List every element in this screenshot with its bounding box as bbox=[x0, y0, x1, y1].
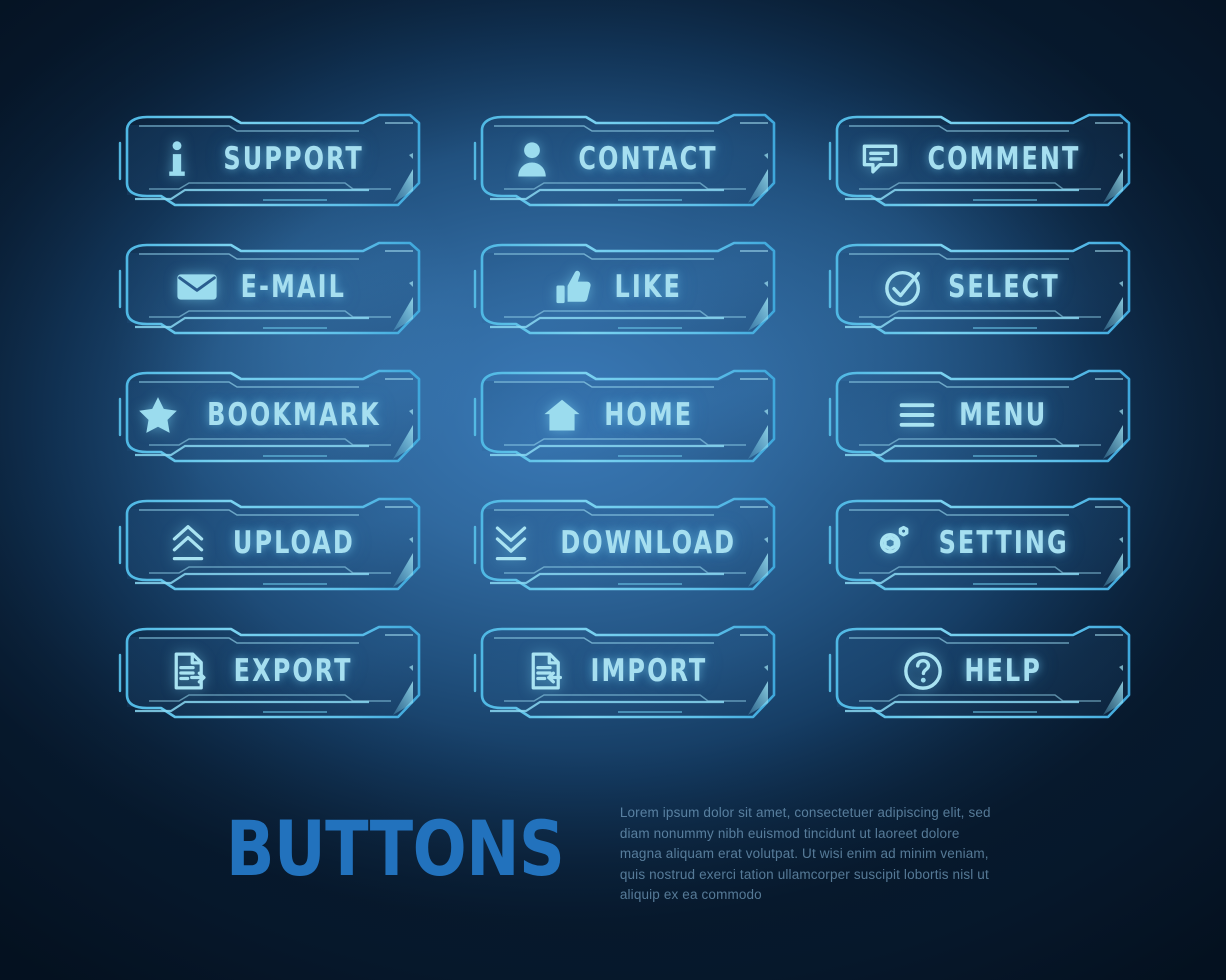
setting-button[interactable]: SETTING bbox=[823, 497, 1133, 591]
contact-button[interactable]: CONTACT bbox=[468, 113, 778, 207]
bookmark-button[interactable]: BOOKMARK bbox=[113, 369, 423, 463]
select-button[interactable]: SELECT bbox=[823, 241, 1133, 335]
comment-button[interactable]: COMMENT bbox=[823, 113, 1133, 207]
like-button[interactable]: LIKE bbox=[468, 241, 778, 335]
support-button[interactable]: SUPPORT bbox=[113, 113, 423, 207]
home-button[interactable]: HOME bbox=[468, 369, 778, 463]
import-button[interactable]: IMPORT bbox=[468, 625, 778, 719]
export-button[interactable]: EXPORT bbox=[113, 625, 423, 719]
page-title: BUTTONS bbox=[226, 804, 565, 893]
button-grid: SUPPORT CONTACT COMMENT E-MAIL LIKE SELE… bbox=[113, 113, 1145, 719]
footer: BUTTONS Lorem ipsum dolor sit amet, cons… bbox=[0, 795, 1226, 910]
footer-body-text: Lorem ipsum dolor sit amet, consectetuer… bbox=[619, 805, 991, 903]
menu-button[interactable]: MENU bbox=[823, 369, 1133, 463]
download-button[interactable]: DOWNLOAD bbox=[468, 497, 778, 591]
help-button[interactable]: HELP bbox=[823, 625, 1133, 719]
upload-button[interactable]: UPLOAD bbox=[113, 497, 423, 591]
email-button[interactable]: E-MAIL bbox=[113, 241, 423, 335]
